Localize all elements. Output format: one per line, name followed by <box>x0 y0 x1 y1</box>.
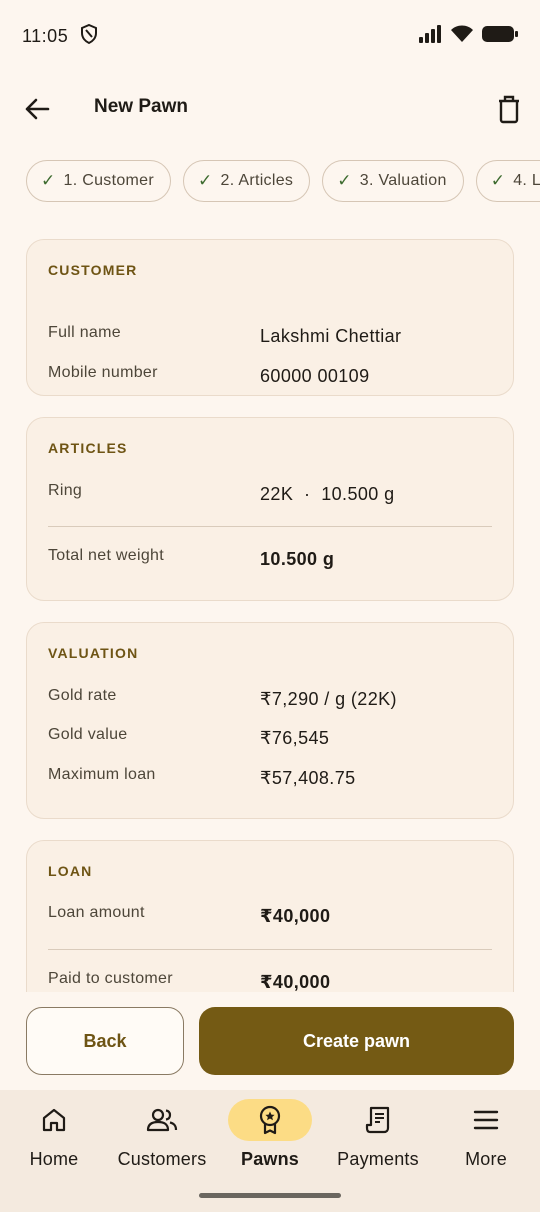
signal-icon <box>418 24 442 48</box>
row-label: Total net weight <box>48 547 164 564</box>
article-row: Ring 22K · 10.500 g <box>48 482 492 506</box>
gold-value-row: Gold value ₹76,545 <box>48 726 492 750</box>
customer-mobile-value: 60000 00109 <box>260 366 370 386</box>
row-label: Ring <box>48 482 83 499</box>
nav-item-customers[interactable]: Customers <box>108 1090 216 1190</box>
card-title: CUSTOMER <box>48 262 138 278</box>
nav-item-pawns[interactable]: Pawns <box>216 1090 324 1190</box>
gold-value-value: ₹76,545 <box>260 728 330 748</box>
create-pawn-button[interactable]: Create pawn <box>199 1007 514 1075</box>
shield-icon <box>80 23 98 49</box>
row-label: Gold value <box>48 726 128 743</box>
delete-icon[interactable] <box>496 94 522 124</box>
check-icon: ✓ <box>41 171 56 190</box>
step-chip-label: 1. Customer <box>63 172 154 189</box>
customer-card: CUSTOMER Full name Lakshmi Chettiar Mobi… <box>26 239 514 396</box>
wifi-icon <box>450 25 474 48</box>
battery-icon <box>482 25 518 48</box>
status-bar: 11:05 <box>0 0 540 72</box>
row-label: Mobile number <box>48 364 158 381</box>
card-title: ARTICLES <box>48 440 128 456</box>
loan-amount-value: ₹40,000 <box>260 906 331 926</box>
back-button[interactable]: Back <box>26 1007 184 1075</box>
row-label: Gold rate <box>48 687 117 704</box>
max-loan-row: Maximum loan ₹57,408.75 <box>48 766 492 790</box>
articles-card: ARTICLES Ring 22K · 10.500 g Total net w… <box>26 417 514 601</box>
card-title: LOAN <box>48 863 93 879</box>
total-weight-row: Total net weight 10.500 g <box>48 547 492 571</box>
loan-card: LOAN Loan amount ₹40,000 Paid to custome… <box>26 840 514 992</box>
step-chip-customer[interactable]: ✓ 1. Customer <box>26 160 171 202</box>
nav-label: More <box>465 1149 507 1169</box>
receipt-icon <box>336 1099 420 1141</box>
check-icon: ✓ <box>198 171 213 190</box>
home-icon <box>12 1099 96 1141</box>
mobile-row: Mobile number 60000 00109 <box>48 364 492 388</box>
check-icon: ✓ <box>337 171 352 190</box>
full-name-row: Full name Lakshmi Chettiar <box>48 324 492 348</box>
loan-amount-row: Loan amount ₹40,000 <box>48 904 492 928</box>
action-bar: Back Create pawn <box>0 992 540 1090</box>
divider <box>48 526 492 527</box>
gold-rate-row: Gold rate ₹7,290 / g (22K) <box>48 687 492 711</box>
check-icon: ✓ <box>490 171 506 190</box>
paid-value: ₹40,000 <box>260 972 331 992</box>
page-title: New Pawn <box>94 96 188 117</box>
review-content[interactable]: CUSTOMER Full name Lakshmi Chettiar Mobi… <box>0 220 540 992</box>
award-icon <box>228 1099 312 1141</box>
paid-row: Paid to customer ₹40,000 <box>48 970 492 992</box>
nav-item-home[interactable]: Home <box>0 1090 108 1190</box>
gold-rate-value: ₹7,290 / g (22K) <box>260 689 397 709</box>
step-chip-articles[interactable]: ✓ 2. Articles <box>183 160 311 202</box>
customer-name-value: Lakshmi Chettiar <box>260 326 402 346</box>
step-chip-loan[interactable]: ✓ 4. Loan <box>475 160 540 202</box>
step-chip-label: 2. Articles <box>220 172 294 189</box>
divider <box>48 949 492 950</box>
article-value: 22K · 10.500 g <box>260 484 395 504</box>
home-indicator[interactable] <box>199 1193 341 1198</box>
total-weight-value: 10.500 g <box>260 549 335 569</box>
top-app-bar: New Pawn <box>0 72 540 144</box>
step-chips: ✓ 1. Customer ✓ 2. Articles ✓ 3. Valuati… <box>26 160 540 202</box>
valuation-card: VALUATION Gold rate ₹7,290 / g (22K) Gol… <box>26 622 514 819</box>
nav-item-payments[interactable]: Payments <box>324 1090 432 1190</box>
menu-icon <box>444 1099 528 1141</box>
row-label: Paid to customer <box>48 970 173 987</box>
row-label: Full name <box>48 324 121 341</box>
step-chip-valuation[interactable]: ✓ 3. Valuation <box>322 160 464 202</box>
max-loan-value: ₹57,408.75 <box>260 768 356 788</box>
card-title: VALUATION <box>48 645 139 661</box>
row-label: Maximum loan <box>48 766 156 783</box>
step-chip-label: 3. Valuation <box>359 172 447 189</box>
step-chip-label: 4. Loan <box>513 172 540 189</box>
row-label: Loan amount <box>48 904 145 921</box>
people-icon <box>120 1099 204 1141</box>
status-time: 11:05 <box>22 25 69 46</box>
nav-item-more[interactable]: More <box>432 1090 540 1190</box>
back-arrow-icon[interactable] <box>22 94 52 124</box>
